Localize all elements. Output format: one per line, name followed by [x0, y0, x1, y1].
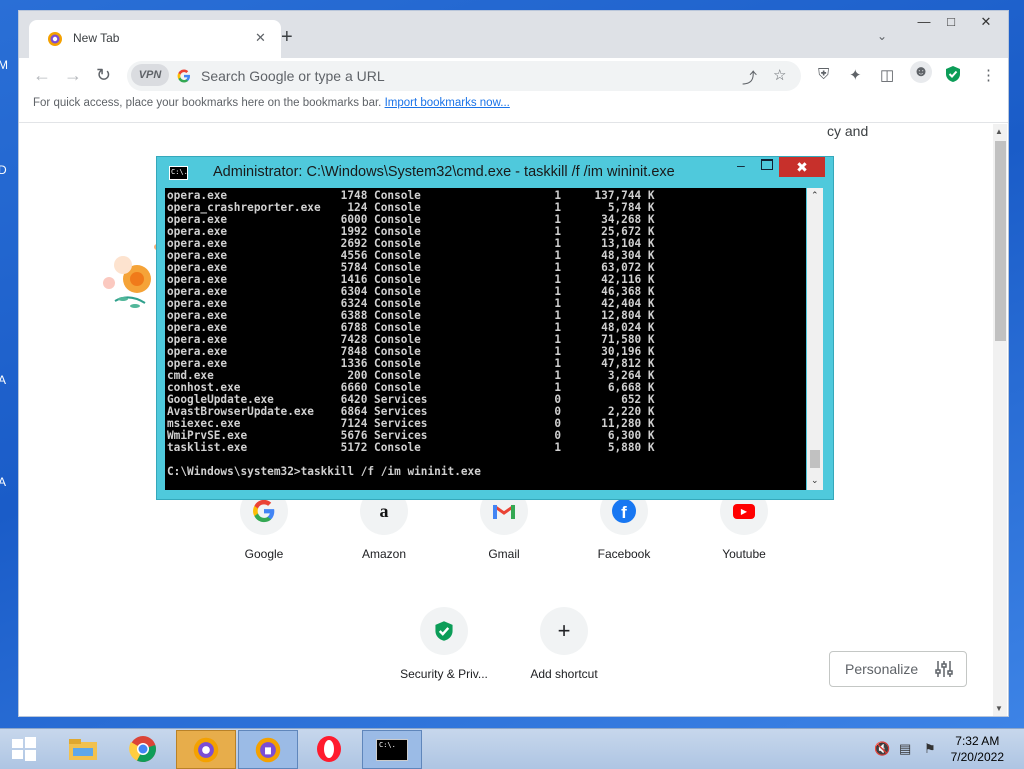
- bookmarks-hint: For quick access, place your bookmarks h…: [33, 97, 382, 109]
- browser-logo-icon: [48, 32, 62, 46]
- start-button[interactable]: [0, 730, 48, 767]
- maximize-button[interactable]: □: [943, 11, 959, 33]
- network-icon[interactable]: ▤: [899, 741, 911, 757]
- minimize-button[interactable]: —: [914, 11, 934, 33]
- back-arrow-icon[interactable]: ←: [33, 65, 51, 86]
- volume-muted-icon[interactable]: 🔇: [874, 741, 890, 757]
- chrome-icon: [129, 735, 156, 762]
- clock-time: 7:32 AM: [955, 734, 1000, 748]
- amazon-icon: a: [379, 500, 389, 521]
- google-icon: [177, 69, 190, 83]
- personalize-label: Personalize: [845, 661, 919, 677]
- shortcut-label: Google: [244, 547, 284, 561]
- privacy-partial-text: cy and: [827, 123, 869, 139]
- close-window-button[interactable]: ✕: [964, 11, 1008, 33]
- tab-title: New Tab: [73, 31, 120, 45]
- vpn-button[interactable]: VPN: [131, 64, 169, 86]
- more-menu-icon[interactable]: ⋮: [981, 66, 996, 84]
- taskbar-item-avast-browser[interactable]: [176, 730, 236, 769]
- shortcut-label: Facebook: [597, 547, 651, 561]
- avast-shield-icon[interactable]: [945, 65, 961, 83]
- scroll-thumb[interactable]: [810, 450, 820, 468]
- forward-arrow-icon[interactable]: →: [64, 65, 82, 86]
- opera-icon: [317, 735, 341, 762]
- cmd-icon: C:\.: [376, 738, 408, 761]
- youtube-icon: ▶: [733, 503, 755, 519]
- cmd-minimize-button[interactable]: –: [737, 157, 745, 173]
- shortcut-label: Youtube: [722, 547, 766, 561]
- page-scrollbar[interactable]: ▲ ▼: [993, 124, 1007, 716]
- adblock-shield-icon[interactable]: ⛨: [818, 66, 829, 83]
- reload-icon[interactable]: ↻: [96, 65, 111, 86]
- gmail-icon: [493, 504, 515, 519]
- clock-date: 7/20/2022: [950, 750, 1004, 764]
- avast-browser-icon: [193, 737, 219, 762]
- address-bar[interactable]: VPN Search Google or type a URL ⤴ ☆: [127, 61, 801, 91]
- console-scrollbar[interactable]: ⌃ ⌄: [807, 188, 823, 490]
- tab-new-tab[interactable]: New Tab ✕: [29, 20, 281, 58]
- bookmark-star-icon[interactable]: ☆: [773, 66, 786, 84]
- shortcut-label: Security & Priv...: [400, 667, 488, 681]
- taskbar: C:\. 🔇 ▤ ⚑ 7:32 AM 7/20/2022: [0, 728, 1024, 769]
- desktop-icon-label[interactable]: A: [0, 475, 6, 489]
- close-tab-icon[interactable]: ✕: [255, 30, 266, 46]
- shortcut-security-privacy[interactable]: Security & Priv...: [394, 607, 494, 681]
- extensions-puzzle-icon[interactable]: ✦: [849, 66, 862, 84]
- scroll-up-icon[interactable]: ⌃: [811, 190, 819, 201]
- address-placeholder: Search Google or type a URL: [201, 68, 385, 84]
- desktop-icon-label[interactable]: M: [0, 58, 8, 72]
- scroll-thumb[interactable]: [995, 141, 1006, 341]
- shield-icon: [435, 621, 453, 641]
- console-output[interactable]: opera.exe 1748 Console 1 137,744 K opera…: [165, 188, 806, 490]
- cmd-window-title: Administrator: C:\Windows\System32\cmd.e…: [213, 164, 675, 180]
- cmd-close-button[interactable]: ✖: [779, 157, 825, 177]
- desktop-icon-label[interactable]: D: [0, 163, 7, 177]
- taskbar-item-file-explorer[interactable]: [54, 730, 112, 767]
- file-explorer-icon: [69, 738, 97, 760]
- sidebar-icon[interactable]: ◫: [880, 66, 894, 84]
- tab-strip: New Tab ✕ + ⌄ — □ ✕: [19, 11, 1008, 58]
- shortcut-label: Add shortcut: [530, 667, 598, 681]
- scroll-up-icon[interactable]: ▲: [995, 127, 1003, 136]
- action-center-icon[interactable]: ⚑: [924, 741, 936, 757]
- add-shortcut-button[interactable]: + Add shortcut: [514, 607, 614, 681]
- shortcut-label: Amazon: [361, 547, 407, 561]
- system-clock[interactable]: 7:32 AM 7/20/2022: [951, 733, 1004, 765]
- bookmarks-bar: For quick access, place your bookmarks h…: [19, 96, 1008, 123]
- flower-decoration-icon: [103, 244, 160, 308]
- taskbar-item-cmd[interactable]: C:\.: [362, 730, 422, 769]
- profile-icon[interactable]: ☻: [910, 61, 932, 83]
- avast-secure-browser-icon: [255, 737, 281, 762]
- google-icon: [253, 499, 275, 523]
- cmd-maximize-button[interactable]: [761, 159, 773, 170]
- cmd-window-icon[interactable]: C:\.: [169, 166, 188, 180]
- cmd-window: C:\. Administrator: C:\Windows\System32\…: [156, 156, 834, 500]
- chevron-down-icon[interactable]: ⌄: [877, 29, 887, 43]
- windows-logo-icon: [12, 736, 36, 761]
- personalize-button[interactable]: Personalize: [829, 651, 967, 687]
- scroll-down-icon[interactable]: ⌄: [811, 475, 819, 486]
- taskbar-item-chrome[interactable]: [114, 730, 172, 767]
- taskbar-item-avast-secure-browser[interactable]: [238, 730, 298, 769]
- import-bookmarks-link[interactable]: Import bookmarks now...: [385, 97, 510, 109]
- taskbar-item-opera[interactable]: [300, 730, 358, 767]
- facebook-icon: f: [612, 499, 636, 523]
- share-icon[interactable]: ⤴: [742, 67, 757, 88]
- console-text: opera.exe 1748 Console 1 137,744 K opera…: [167, 189, 655, 478]
- shortcut-label: Gmail: [488, 547, 520, 561]
- new-tab-button[interactable]: +: [281, 26, 293, 49]
- sliders-icon: [935, 661, 953, 677]
- desktop-icon-label[interactable]: A: [0, 373, 6, 387]
- scroll-down-icon[interactable]: ▼: [995, 704, 1003, 713]
- plus-icon: +: [557, 618, 571, 643]
- toolbar: ← → ↻ VPN Search Google or type a URL ⤴ …: [19, 58, 1008, 96]
